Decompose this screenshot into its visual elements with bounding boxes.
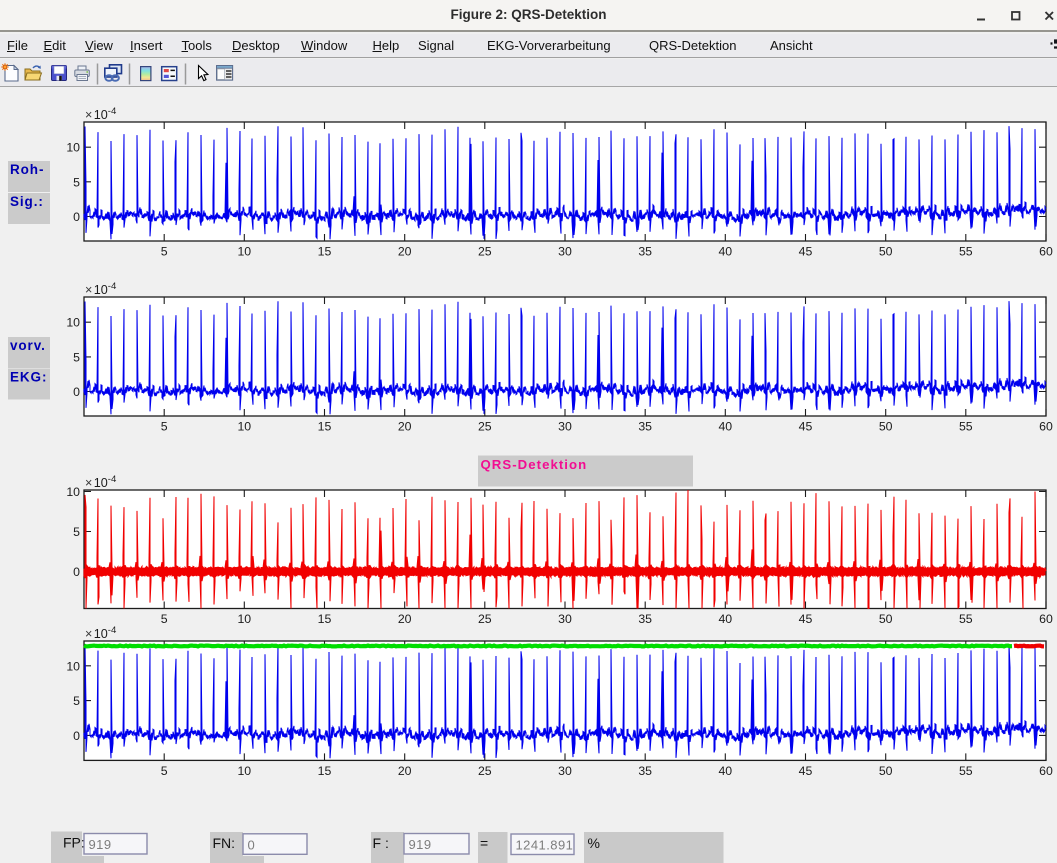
svg-text:20: 20 [398,612,412,626]
svg-text:55: 55 [959,245,973,259]
svg-text:55: 55 [959,612,973,626]
svg-text:5: 5 [73,525,80,539]
svg-text:45: 45 [799,245,813,259]
svg-text:25: 25 [478,612,492,626]
svg-text:60: 60 [1039,420,1053,434]
svg-text:×10-4: ×10-4 [85,625,117,641]
svg-text:40: 40 [718,764,732,778]
svg-text:919: 919 [409,837,432,852]
svg-text:50: 50 [879,764,893,778]
svg-text:40: 40 [718,245,732,259]
svg-text:50: 50 [879,612,893,626]
svg-text:20: 20 [398,245,412,259]
svg-text:0: 0 [73,385,80,399]
svg-text:10: 10 [237,764,251,778]
svg-text:60: 60 [1039,764,1053,778]
svg-text:10: 10 [237,612,251,626]
svg-text:30: 30 [558,420,572,434]
svg-text:25: 25 [478,245,492,259]
svg-text:60: 60 [1039,245,1053,259]
svg-text:Sig.:: Sig.: [10,194,44,209]
svg-text:5: 5 [73,694,80,708]
svg-text:15: 15 [318,612,332,626]
svg-text:F :: F : [373,835,389,851]
svg-text:20: 20 [398,764,412,778]
svg-text:55: 55 [959,420,973,434]
svg-text:25: 25 [478,764,492,778]
svg-text:40: 40 [718,612,732,626]
svg-text:919: 919 [89,837,112,852]
svg-text:45: 45 [799,764,813,778]
svg-text:55: 55 [959,764,973,778]
svg-text:15: 15 [318,245,332,259]
svg-text:0: 0 [248,837,256,852]
svg-text:20: 20 [398,420,412,434]
svg-text:Roh-: Roh- [10,162,44,177]
svg-text:5: 5 [161,245,168,259]
svg-text:10: 10 [237,420,251,434]
svg-text:10: 10 [66,141,80,155]
svg-text:50: 50 [879,245,893,259]
svg-text:0: 0 [73,565,80,579]
svg-text:35: 35 [638,420,652,434]
svg-text:35: 35 [638,764,652,778]
svg-text:×10-4: ×10-4 [85,281,117,297]
svg-text:FN:: FN: [213,835,236,851]
svg-text:10: 10 [66,485,80,499]
svg-text:EKG:: EKG: [10,370,47,385]
svg-text:35: 35 [638,612,652,626]
svg-text:30: 30 [558,764,572,778]
svg-text:15: 15 [318,420,332,434]
svg-text:5: 5 [161,764,168,778]
svg-text:40: 40 [718,420,732,434]
svg-text:5: 5 [73,175,80,189]
svg-text:50: 50 [879,420,893,434]
svg-text:5: 5 [73,350,80,364]
svg-text:5: 5 [161,420,168,434]
svg-text:30: 30 [558,612,572,626]
svg-text:vorv.: vorv. [10,338,46,353]
svg-text:15: 15 [318,764,332,778]
svg-text:QRS-Detektion: QRS-Detektion [481,457,588,472]
svg-text:5: 5 [161,612,168,626]
svg-text:45: 45 [799,612,813,626]
svg-text:10: 10 [66,659,80,673]
svg-text:10: 10 [237,245,251,259]
svg-text:0: 0 [73,210,80,224]
svg-text:60: 60 [1039,612,1053,626]
svg-text:35: 35 [638,245,652,259]
svg-text:30: 30 [558,245,572,259]
svg-text:0: 0 [73,729,80,743]
svg-text:25: 25 [478,420,492,434]
svg-text:×10-4: ×10-4 [85,474,117,490]
svg-text:%: % [588,835,600,851]
svg-text:10: 10 [66,316,80,330]
svg-text:×10-4: ×10-4 [85,106,117,122]
svg-text:1241.891: 1241.891 [516,838,574,853]
svg-text:=: = [480,835,488,851]
svg-text:45: 45 [799,420,813,434]
svg-text:FP:: FP: [63,834,85,850]
